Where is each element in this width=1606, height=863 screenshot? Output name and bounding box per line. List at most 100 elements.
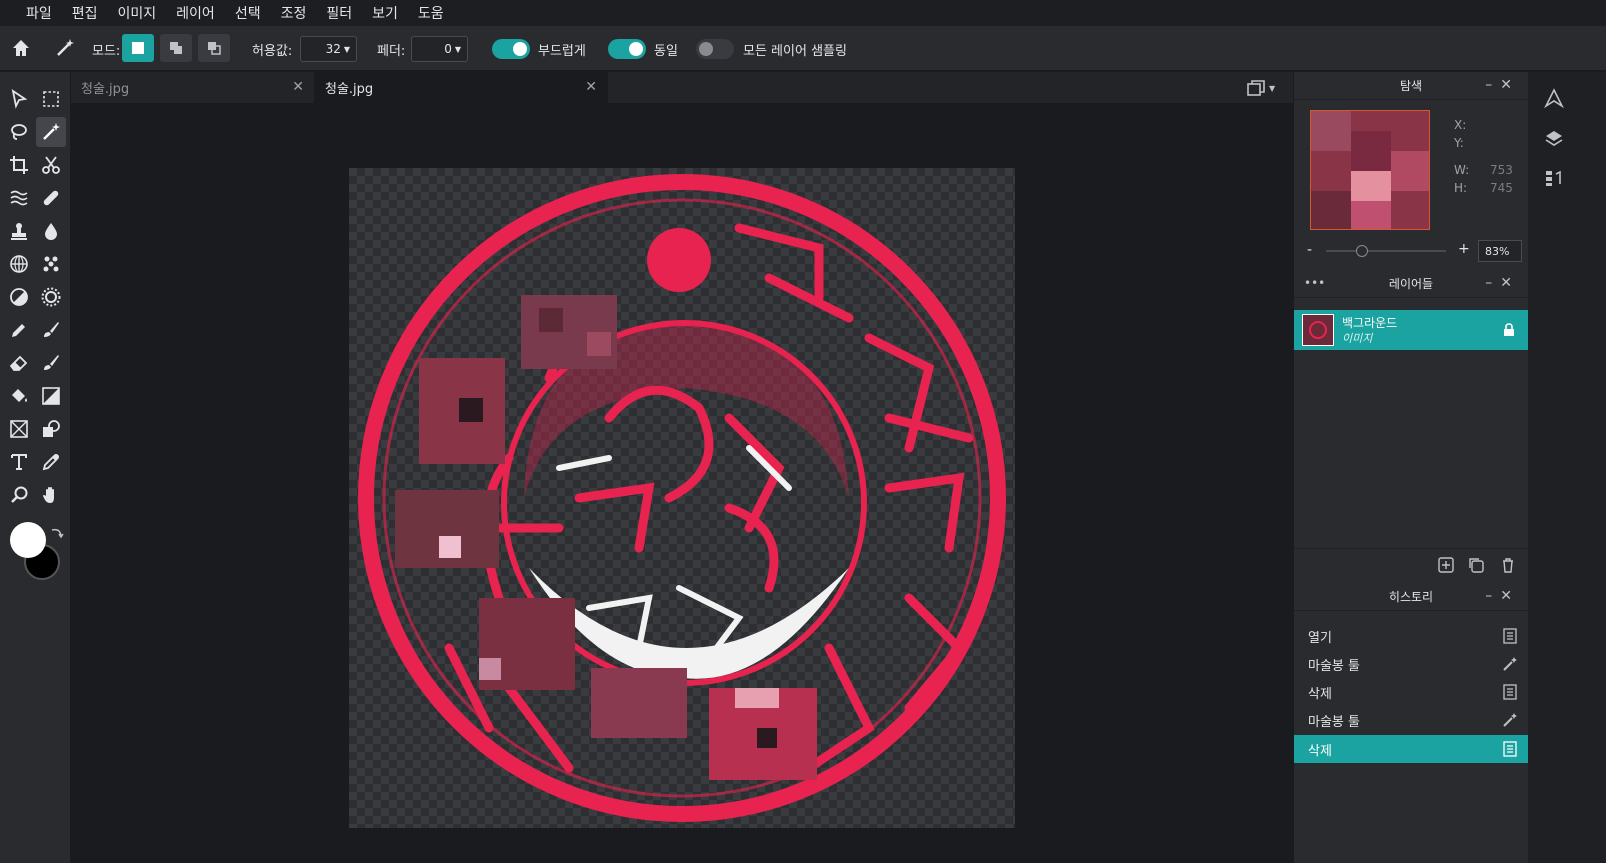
home-icon — [13, 40, 29, 56]
paint-bucket-tool[interactable] — [4, 381, 34, 411]
zoom-in-button[interactable]: + — [1458, 241, 1470, 257]
close-icon[interactable]: ✕ — [1500, 77, 1520, 93]
foreground-color-swatch[interactable] — [10, 522, 46, 558]
history-toggle-icon[interactable] — [1544, 168, 1564, 188]
menu-layer[interactable]: 레이어 — [176, 3, 215, 23]
liquify-tool[interactable] — [4, 183, 34, 213]
pen-icon — [12, 324, 25, 337]
mode-new-button[interactable] — [122, 34, 154, 62]
gradient-tool[interactable] — [36, 381, 66, 411]
eyedropper-tool[interactable] — [36, 447, 66, 477]
magic-wand-tool[interactable] — [36, 117, 66, 147]
crop-tool[interactable] — [4, 150, 34, 180]
menu-file[interactable]: 파일 — [26, 3, 52, 23]
pattern-tool[interactable] — [4, 249, 34, 279]
lock-icon[interactable] — [1502, 323, 1516, 337]
close-icon[interactable]: ✕ — [585, 79, 597, 95]
close-icon[interactable]: ✕ — [1500, 588, 1520, 604]
eraser-tool[interactable] — [4, 348, 34, 378]
menu-adjust[interactable]: 조정 — [281, 3, 307, 23]
lasso-tool[interactable] — [4, 117, 34, 147]
half-circle-icon — [10, 288, 28, 306]
arrow-pointer-icon — [11, 89, 28, 109]
mode-add-icon — [170, 42, 182, 54]
sample-all-layers-toggle[interactable] — [696, 39, 734, 59]
history-header: 히스토리 –✕ — [1294, 583, 1528, 611]
mode-new-icon — [132, 42, 144, 54]
menu-view[interactable]: 보기 — [372, 3, 398, 23]
chevron-down-icon: ▼ — [454, 44, 461, 54]
zoom-tool[interactable] — [4, 480, 34, 510]
zoom-out-button[interactable]: - — [1307, 242, 1312, 258]
stamp-tool[interactable] — [4, 216, 34, 246]
blur-tool[interactable] — [36, 216, 66, 246]
scissors-icon — [42, 156, 60, 174]
history-item[interactable]: 열기 — [1294, 622, 1528, 650]
menu-select[interactable]: 선택 — [235, 3, 261, 23]
sponge-tool[interactable] — [36, 282, 66, 312]
zoom-value-field[interactable]: 83% — [1478, 240, 1522, 262]
history-item-active[interactable]: 삭제 — [1294, 735, 1528, 763]
layers-title: 레이어들 — [1388, 277, 1434, 291]
layers-toggle-icon[interactable] — [1544, 128, 1564, 148]
history-item[interactable]: 마술봉 툴 — [1294, 706, 1528, 734]
tolerance-value: 32 — [325, 42, 341, 56]
contiguous-label: 동일 — [654, 44, 678, 59]
layer-item-background[interactable]: 백그라운드 이미지 — [1294, 310, 1528, 350]
color-replace-tool[interactable] — [36, 348, 66, 378]
close-icon[interactable]: ✕ — [1500, 275, 1520, 291]
zoom-slider-handle[interactable] — [1356, 245, 1368, 257]
layers-more-button[interactable]: ••• — [1304, 276, 1325, 290]
tab-document-2[interactable]: 청술.jpg ✕ — [315, 72, 608, 103]
add-layer-icon[interactable] — [1438, 557, 1454, 573]
brush-tool[interactable] — [36, 315, 66, 345]
contiguous-toggle[interactable] — [608, 39, 646, 59]
feather-dropdown[interactable]: 0 ▼ — [411, 36, 468, 62]
frame-tool[interactable] — [4, 414, 34, 444]
panel-toggle-rail — [1528, 72, 1606, 863]
close-icon[interactable]: ✕ — [292, 79, 304, 95]
mode-subtract-button[interactable] — [198, 34, 230, 62]
zoom-slider[interactable] — [1326, 245, 1446, 257]
document-canvas[interactable] — [349, 168, 1015, 828]
sample-all-layers-label: 모든 레이어 샘플링 — [743, 44, 847, 59]
minimize-icon[interactable]: – — [1485, 588, 1500, 604]
trash-icon[interactable] — [1500, 557, 1516, 573]
layer-type: 이미지 — [1342, 332, 1373, 345]
navigator-thumbnail[interactable] — [1310, 110, 1430, 230]
history-item[interactable]: 마술봉 툴 — [1294, 650, 1528, 678]
cut-tool[interactable] — [36, 150, 66, 180]
smooth-toggle[interactable] — [492, 39, 530, 59]
menu-image[interactable]: 이미지 — [118, 3, 157, 23]
navigator-toggle-icon[interactable] — [1544, 88, 1564, 108]
magic-wand-icon — [43, 123, 60, 140]
window-arrange-button[interactable]: ▼ — [1247, 79, 1279, 97]
history-item[interactable]: 삭제 — [1294, 678, 1528, 706]
hand-tool[interactable] — [36, 480, 66, 510]
dodge-burn-tool[interactable] — [4, 282, 34, 312]
heal-tool[interactable] — [36, 183, 66, 213]
pen-tool[interactable] — [4, 315, 34, 345]
tab-label: 청술.jpg — [325, 82, 374, 97]
menu-help[interactable]: 도움 — [418, 3, 444, 23]
menu-filter[interactable]: 필터 — [326, 3, 352, 23]
minimize-icon[interactable]: – — [1485, 275, 1500, 291]
duplicate-layer-icon[interactable] — [1468, 557, 1484, 573]
menu-edit[interactable]: 편집 — [72, 3, 98, 23]
drop-icon — [45, 223, 57, 240]
zoom-value: 83% — [1485, 244, 1510, 258]
marquee-tool[interactable] — [36, 84, 66, 114]
swap-colors-icon[interactable] — [50, 526, 64, 540]
canvas-area[interactable] — [71, 103, 1293, 863]
shape-tool[interactable] — [36, 414, 66, 444]
chevron-down-icon: ▼ — [1269, 83, 1276, 93]
home-button[interactable] — [10, 37, 32, 59]
document-tabs: 청술.jpg ✕ 청술.jpg ✕ ▼ — [71, 72, 1293, 103]
tolerance-dropdown[interactable]: 32 ▼ — [300, 36, 357, 62]
tab-document-1[interactable]: 청술.jpg ✕ — [71, 72, 315, 103]
move-tool[interactable] — [4, 84, 34, 114]
text-tool[interactable] — [4, 447, 34, 477]
mode-add-button[interactable] — [160, 34, 192, 62]
minimize-icon[interactable]: – — [1485, 77, 1500, 93]
spot-tool[interactable] — [36, 249, 66, 279]
